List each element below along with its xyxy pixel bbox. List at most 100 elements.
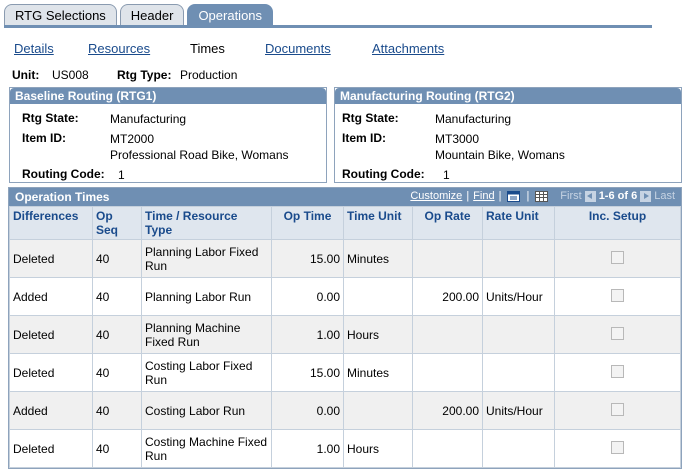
first-page-link: First <box>560 190 582 202</box>
cell-rate-unit <box>482 315 555 354</box>
cell-time-resource-type: Planning Labor Fixed Run <box>141 239 272 278</box>
baseline-routing-group: Baseline Routing (RTG1) Rtg State: Manuf… <box>9 87 327 183</box>
download-spreadsheet-icon[interactable] <box>535 190 549 202</box>
cell-time-unit: Hours <box>343 315 413 354</box>
manufacturing-rtg-state-value: Manufacturing <box>435 112 512 126</box>
cell-op-rate <box>412 429 483 468</box>
col-header-differences[interactable]: Differences <box>9 206 93 240</box>
baseline-routing-code-label: Routing Code: <box>22 167 105 181</box>
table-row: Deleted 40 Planning Machine Fixed Run 1.… <box>9 315 681 354</box>
cell-op-time: 1.00 <box>271 315 344 354</box>
manufacturing-routing-code-label: Routing Code: <box>342 167 425 181</box>
cell-time-unit <box>343 391 413 430</box>
table-header-row: Differences Op Seq Time / Resource Type Op… <box>9 206 681 240</box>
col-header-time-unit[interactable]: Time Unit <box>343 206 413 240</box>
unit-label: Unit: <box>12 68 40 82</box>
inc-setup-checkbox <box>611 250 624 264</box>
cell-time-resource-type: Costing Labor Run <box>141 391 272 430</box>
cell-op-seq: 40 <box>92 277 142 316</box>
cell-op-time: 0.00 <box>271 391 344 430</box>
inc-setup-checkbox <box>611 288 624 302</box>
cell-op-rate <box>412 239 483 278</box>
cell-inc-setup <box>554 353 681 392</box>
col-header-op-time[interactable]: Op Time <box>271 206 344 240</box>
grid-header-bar: Operation Times Customize | Find | | Fir… <box>9 188 681 206</box>
cell-inc-setup <box>554 429 681 468</box>
baseline-item-id-label: Item ID: <box>22 131 67 145</box>
col-header-inc-setup[interactable]: Inc. Setup <box>554 206 681 240</box>
cell-inc-setup <box>554 239 681 278</box>
customize-link[interactable]: Customize <box>410 190 462 202</box>
cell-rate-unit <box>482 353 555 392</box>
manufacturing-rtg-state-label: Rtg State: <box>342 111 399 125</box>
documents-link[interactable]: Documents <box>265 41 331 56</box>
grid-toolbar: Customize | Find | | First 1-6 of 6 Last <box>410 190 675 202</box>
inc-setup-checkbox <box>611 402 624 416</box>
cell-time-resource-type: Planning Machine Fixed Run <box>141 315 272 354</box>
baseline-routing-title: Baseline Routing (RTG1) <box>10 88 326 104</box>
toolbar-separator: | <box>466 190 470 202</box>
cell-rate-unit: Units/Hour <box>482 277 555 316</box>
cell-time-unit: Minutes <box>343 353 413 392</box>
operation-times-grid: Operation Times Customize | Find | | Fir… <box>8 187 682 469</box>
cell-op-time: 15.00 <box>271 353 344 392</box>
table-row: Added 40 Costing Labor Run 0.00 200.00 U… <box>9 391 681 430</box>
cell-rate-unit <box>482 429 555 468</box>
col-header-rate-unit[interactable]: Rate Unit <box>482 206 555 240</box>
cell-differences: Deleted <box>9 429 93 468</box>
find-link[interactable]: Find <box>473 190 494 202</box>
view-all-icon[interactable] <box>507 190 521 202</box>
baseline-item-id-value: MT2000 <box>110 132 155 146</box>
cell-time-resource-type: Costing Machine Fixed Run <box>141 429 272 468</box>
cell-op-seq: 40 <box>92 429 142 468</box>
baseline-item-description: Professional Road Bike, Womans <box>110 148 289 162</box>
operation-times-table: Differences Op Seq Time / Resource Type Op… <box>9 206 681 468</box>
resources-link[interactable]: Resources <box>88 41 150 56</box>
cell-op-rate <box>412 315 483 354</box>
tab-underline <box>4 25 652 28</box>
cell-time-resource-type: Costing Labor Fixed Run <box>141 353 272 392</box>
attachments-link[interactable]: Attachments <box>372 41 444 56</box>
previous-page-icon <box>584 190 596 202</box>
tab-operations[interactable]: Operations <box>187 4 274 26</box>
rtg-type-label: Rtg Type: <box>117 68 172 82</box>
cell-op-rate: 200.00 <box>412 391 483 430</box>
cell-op-seq: 40 <box>92 391 142 430</box>
row-range-text: 1-6 of 6 <box>598 190 638 202</box>
page-tabs: RTG Selections Header Operations <box>4 4 276 26</box>
last-page-link: Last <box>654 190 675 202</box>
table-row: Deleted 40 Planning Labor Fixed Run 15.0… <box>9 239 681 278</box>
details-link[interactable]: Details <box>14 41 54 56</box>
tab-rtg-selections[interactable]: RTG Selections <box>4 4 117 26</box>
cell-inc-setup <box>554 315 681 354</box>
col-header-time-resource-type[interactable]: Time / Resource Type <box>141 206 272 240</box>
manufacturing-routing-group: Manufacturing Routing (RTG2) Rtg State: … <box>334 87 682 183</box>
inc-setup-checkbox <box>611 326 624 340</box>
cell-op-seq: 40 <box>92 353 142 392</box>
baseline-rtg-state-label: Rtg State: <box>22 111 79 125</box>
col-header-op-rate[interactable]: Op Rate <box>412 206 483 240</box>
table-row: Deleted 40 Costing Machine Fixed Run 1.0… <box>9 429 681 468</box>
cell-op-rate <box>412 353 483 392</box>
cell-op-time: 1.00 <box>271 429 344 468</box>
cell-differences: Deleted <box>9 315 93 354</box>
inc-setup-checkbox <box>611 440 624 454</box>
cell-differences: Deleted <box>9 353 93 392</box>
toolbar-separator: | <box>526 190 530 202</box>
tab-header[interactable]: Header <box>119 4 185 26</box>
baseline-rtg-state-value: Manufacturing <box>110 112 187 126</box>
col-header-op-seq[interactable]: Op Seq <box>92 206 142 240</box>
toolbar-separator: | <box>498 190 502 202</box>
manufacturing-item-id-value: MT3000 <box>435 132 480 146</box>
cell-time-unit: Minutes <box>343 239 413 278</box>
unit-value: US008 <box>52 68 89 82</box>
inc-setup-checkbox <box>611 364 624 378</box>
baseline-routing-code-value: 1 <box>118 168 125 182</box>
manufacturing-routing-code-value: 1 <box>443 168 450 182</box>
cell-op-time: 0.00 <box>271 277 344 316</box>
cell-time-unit: Hours <box>343 429 413 468</box>
cell-op-seq: 40 <box>92 239 142 278</box>
cell-time-unit <box>343 277 413 316</box>
manufacturing-item-id-label: Item ID: <box>342 131 387 145</box>
cell-inc-setup <box>554 277 681 316</box>
